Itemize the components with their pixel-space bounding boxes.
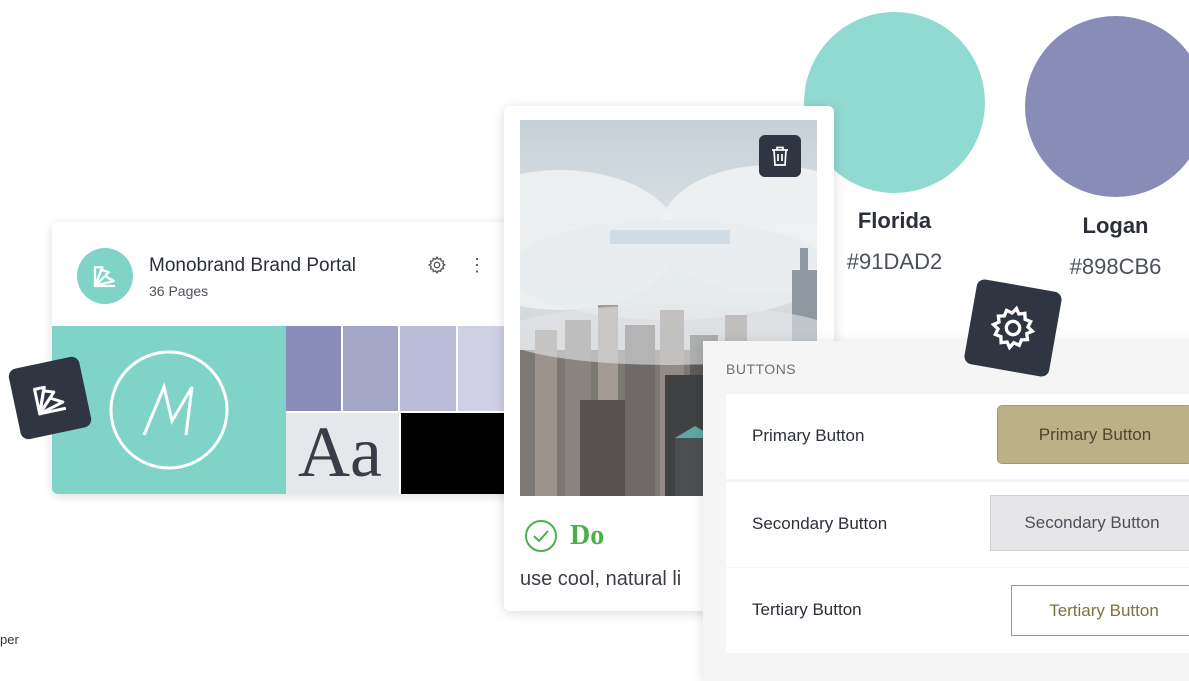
portal-title[interactable]: Monobrand Brand Portal — [149, 255, 356, 277]
portal-header: Monobrand Brand Portal 36 Pages ⋮ — [52, 222, 522, 326]
button-row-primary: Primary Button Primary Button — [726, 394, 1189, 479]
fan-palette-icon — [93, 266, 115, 288]
primary-button[interactable]: Primary Button — [997, 405, 1189, 464]
button-row-label: Primary Button — [752, 426, 865, 445]
button-row-tertiary: Tertiary Button Tertiary Button — [726, 568, 1189, 653]
more-vertical-icon[interactable]: ⋮ — [466, 254, 488, 276]
typography-tile: Aa — [286, 413, 399, 494]
gear-icon — [427, 255, 447, 275]
palette-badge — [7, 355, 93, 441]
secondary-button[interactable]: Secondary Button — [990, 495, 1189, 551]
trash-icon — [772, 146, 788, 166]
palette-swatch — [400, 326, 456, 411]
gear-icon — [990, 305, 1036, 351]
button-row-label: Tertiary Button — [752, 600, 862, 619]
brand-portal-card[interactable]: Monobrand Brand Portal 36 Pages ⋮ Aa — [52, 222, 522, 494]
portal-avatar — [77, 248, 133, 304]
color-name: Logan — [1082, 213, 1149, 238]
monobrand-logo — [109, 350, 229, 470]
palette-swatch — [343, 326, 398, 411]
tertiary-button[interactable]: Tertiary Button — [1011, 585, 1189, 636]
color-hex: #898CB6 — [1069, 254, 1162, 279]
color-swatch-logan[interactable] — [1025, 16, 1189, 197]
portal-settings-button[interactable] — [426, 254, 448, 276]
settings-badge — [963, 278, 1063, 378]
check-circle-icon — [525, 520, 557, 552]
do-indicator: Do — [524, 514, 604, 558]
palette-swatch — [286, 326, 341, 411]
button-row-secondary: Secondary Button Secondary Button — [726, 482, 1189, 567]
buttons-panel: BUTTONS Primary Button Primary Button Se… — [703, 341, 1189, 681]
button-row-label: Secondary Button — [752, 514, 888, 533]
fan-palette-icon — [33, 385, 67, 416]
delete-button[interactable] — [759, 135, 801, 177]
buttons-heading: BUTTONS — [726, 361, 797, 377]
portal-page-count: 36 Pages — [149, 283, 209, 299]
guideline-text: use cool, natural li — [520, 568, 682, 590]
do-label: Do — [570, 520, 605, 551]
portal-preview: Aa — [52, 326, 522, 494]
footer-text: per — [0, 632, 19, 647]
type-sample: Aa — [298, 413, 382, 492]
